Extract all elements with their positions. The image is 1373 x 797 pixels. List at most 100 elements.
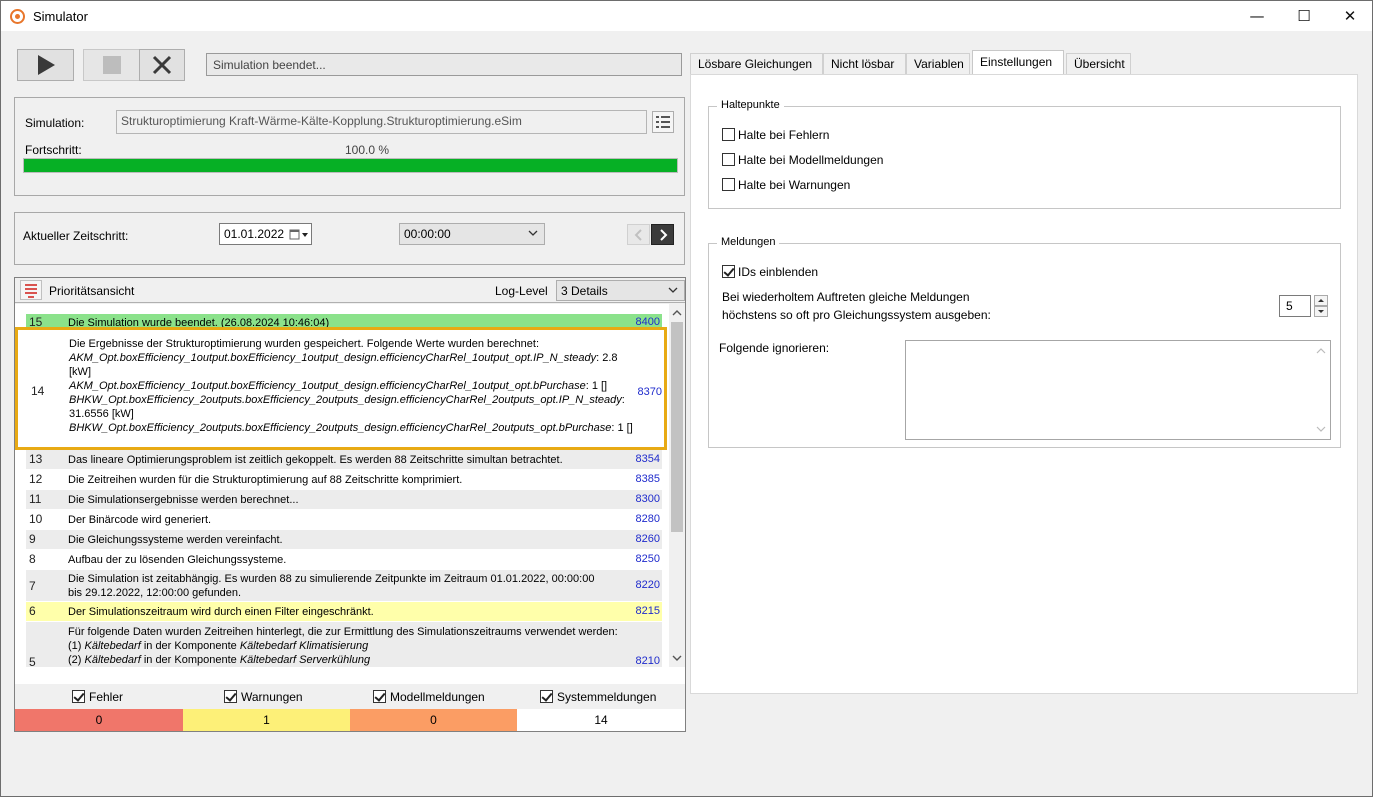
log-row[interactable]: 10 Der Binärcode wird generiert. 8280 [26, 510, 662, 530]
log-row[interactable]: 8 Aufbau der zu lösenden Gleichungssyste… [26, 550, 662, 570]
timestep-group: Aktueller Zeitschritt: [14, 212, 685, 265]
time-select[interactable]: 00:00:00 [399, 223, 545, 245]
list-button[interactable] [652, 111, 674, 133]
ignore-list-textarea[interactable] [905, 340, 1331, 440]
simulation-label: Simulation: [25, 116, 85, 130]
show-ids-checkbox[interactable] [722, 265, 735, 278]
msg-part: (1) [68, 640, 85, 652]
variable-value: : 1 [] [611, 422, 633, 434]
filter-errors-label: Fehler [89, 690, 124, 704]
loglevel-select[interactable]: 3 Details [556, 280, 685, 301]
priority-list-icon [25, 284, 37, 298]
chevron-right-icon [659, 228, 667, 241]
log-row-number: 11 [29, 492, 42, 506]
calendar-icon [289, 229, 308, 240]
log-row[interactable]: 13 Das lineare Optimierungsproblem ist z… [26, 450, 662, 470]
settings-page: Haltepunkte Halte bei Fehlern Halte bei … [690, 74, 1358, 694]
play-button[interactable] [17, 49, 74, 81]
tab-overview[interactable]: Übersicht [1066, 53, 1131, 74]
msg-part: in der Komponente [140, 654, 240, 666]
log-row-code[interactable]: 8250 [636, 553, 660, 565]
repeat-count-stepper[interactable] [1314, 295, 1328, 317]
log-row[interactable]: 7 Die Simulation ist zeitabhängig. Es wu… [26, 570, 662, 602]
breakpoints-group: Haltepunkte Halte bei Fehlern Halte bei … [708, 99, 1341, 209]
variable-name: BHKW_Opt.boxEfficiency_2outputs.boxEffic… [69, 394, 622, 406]
vertical-scrollbar[interactable] [669, 304, 685, 667]
previous-step-button[interactable] [627, 224, 650, 245]
chevron-down-icon [668, 287, 678, 293]
log-row[interactable]: 6 Der Simulationszeitraum wird durch ein… [26, 602, 662, 622]
log-row-code[interactable]: 8354 [636, 453, 660, 465]
log-row-highlighted[interactable]: 14 Die Ergebnisse der Strukturoptimierun… [15, 327, 667, 450]
msg-line: Für folgende Daten wurden Zeitreihen hin… [68, 626, 618, 638]
log-row-number: 13 [29, 452, 43, 466]
log-row-code[interactable]: 8300 [636, 493, 660, 505]
msg-part: (2) [68, 654, 85, 666]
log-row-code[interactable]: 8215 [636, 605, 660, 617]
break-on-model-checkbox[interactable] [722, 153, 735, 166]
log-row-code[interactable]: 8385 [636, 473, 660, 485]
log-panel: Prioritätsansicht Log-Level 3 Details 15… [14, 277, 686, 732]
log-row[interactable]: 9 Die Gleichungssysteme werden vereinfac… [26, 530, 662, 550]
log-row[interactable]: 11 Die Simulationsergebnisse werden bere… [26, 490, 662, 510]
tab-not-solvable[interactable]: Nicht lösbar [823, 53, 906, 74]
vertical-scroll-thumb[interactable] [671, 322, 683, 532]
log-row-message: Die Zeitreihen wurden für die Strukturop… [68, 474, 463, 486]
msg-part: Kältebedarf [84, 640, 141, 652]
msg-part: Kältebedarf [84, 654, 141, 666]
repeat-count-input[interactable]: 5 [1279, 295, 1311, 317]
filter-errors-checkbox[interactable] [72, 690, 85, 703]
variable-name: BHKW_Opt.boxEfficiency_2outputs.boxEffic… [69, 422, 612, 434]
close-window-button[interactable]: ✕ [1327, 1, 1373, 31]
app-logo-icon [10, 9, 25, 24]
break-on-errors-checkbox[interactable] [722, 128, 735, 141]
break-on-warnings-label: Halte bei Warnungen [738, 178, 851, 192]
priority-view-button[interactable] [20, 280, 42, 300]
tab-solvable-equations[interactable]: Lösbare Gleichungen [690, 53, 823, 74]
simulation-file-field[interactable]: Strukturoptimierung Kraft-Wärme-Kälte-Ko… [116, 110, 647, 134]
msg-line: Die Ergebnisse der Strukturoptimierung w… [69, 338, 539, 350]
stop-button[interactable] [83, 49, 140, 81]
log-header: Prioritätsansicht Log-Level 3 Details [15, 278, 685, 303]
show-ids-label: IDs einblenden [738, 265, 819, 279]
date-value: 01.01.2022 [224, 227, 285, 241]
window-title: Simulator [33, 9, 88, 24]
tab-settings[interactable]: Einstellungen [972, 50, 1064, 74]
system-count: 14 [517, 709, 685, 731]
status-field: Simulation beendet... [206, 53, 682, 76]
log-row-number: 10 [29, 512, 43, 526]
model-count: 0 [350, 709, 517, 731]
stop-icon [102, 56, 121, 74]
date-picker[interactable]: 01.01.2022 [219, 223, 312, 245]
loglevel-value: 3 Details [561, 284, 608, 298]
filter-system-checkbox[interactable] [540, 690, 553, 703]
log-row[interactable]: 12 Die Zeitreihen wurden für die Struktu… [26, 470, 662, 490]
log-row-code[interactable]: 8220 [636, 579, 660, 591]
log-row[interactable]: 5 Für folgende Daten wurden Zeitreihen h… [26, 622, 662, 669]
log-row-code[interactable]: 8210 [636, 655, 660, 667]
log-row-message: Der Simulationszeitraum wird durch einen… [68, 606, 374, 618]
variable-name: AKM_Opt.boxEfficiency_1output.boxEfficie… [69, 380, 586, 392]
log-row-code[interactable]: 8280 [636, 513, 660, 525]
log-row-message: Die Simulation ist zeitabhängig. Es wurd… [68, 573, 595, 599]
cancel-button[interactable] [139, 49, 185, 81]
tab-variables[interactable]: Variablen [906, 53, 970, 74]
log-row-code[interactable]: 8260 [636, 533, 660, 545]
priority-view-label: Prioritätsansicht [49, 284, 135, 298]
maximize-button[interactable]: ☐ [1281, 1, 1327, 31]
filter-warnings-checkbox[interactable] [224, 690, 237, 703]
filter-model-label: Modellmeldungen [390, 690, 485, 704]
cross-icon [152, 55, 172, 75]
next-step-button[interactable] [651, 224, 674, 245]
log-row-message: Das lineare Optimierungsproblem ist zeit… [68, 454, 563, 466]
log-row-number: 14 [31, 384, 45, 398]
break-on-warnings-checkbox[interactable] [722, 178, 735, 191]
minimize-button[interactable]: — [1234, 1, 1280, 31]
filter-system-label: Systemmeldungen [557, 690, 657, 704]
log-row-number: 12 [29, 472, 43, 486]
log-row-number: 5 [29, 655, 36, 669]
play-icon [37, 55, 55, 75]
filter-model-checkbox[interactable] [373, 690, 386, 703]
simulation-group: Simulation: Strukturoptimierung Kraft-Wä… [14, 97, 685, 196]
log-row-code[interactable]: 8370 [638, 386, 662, 398]
